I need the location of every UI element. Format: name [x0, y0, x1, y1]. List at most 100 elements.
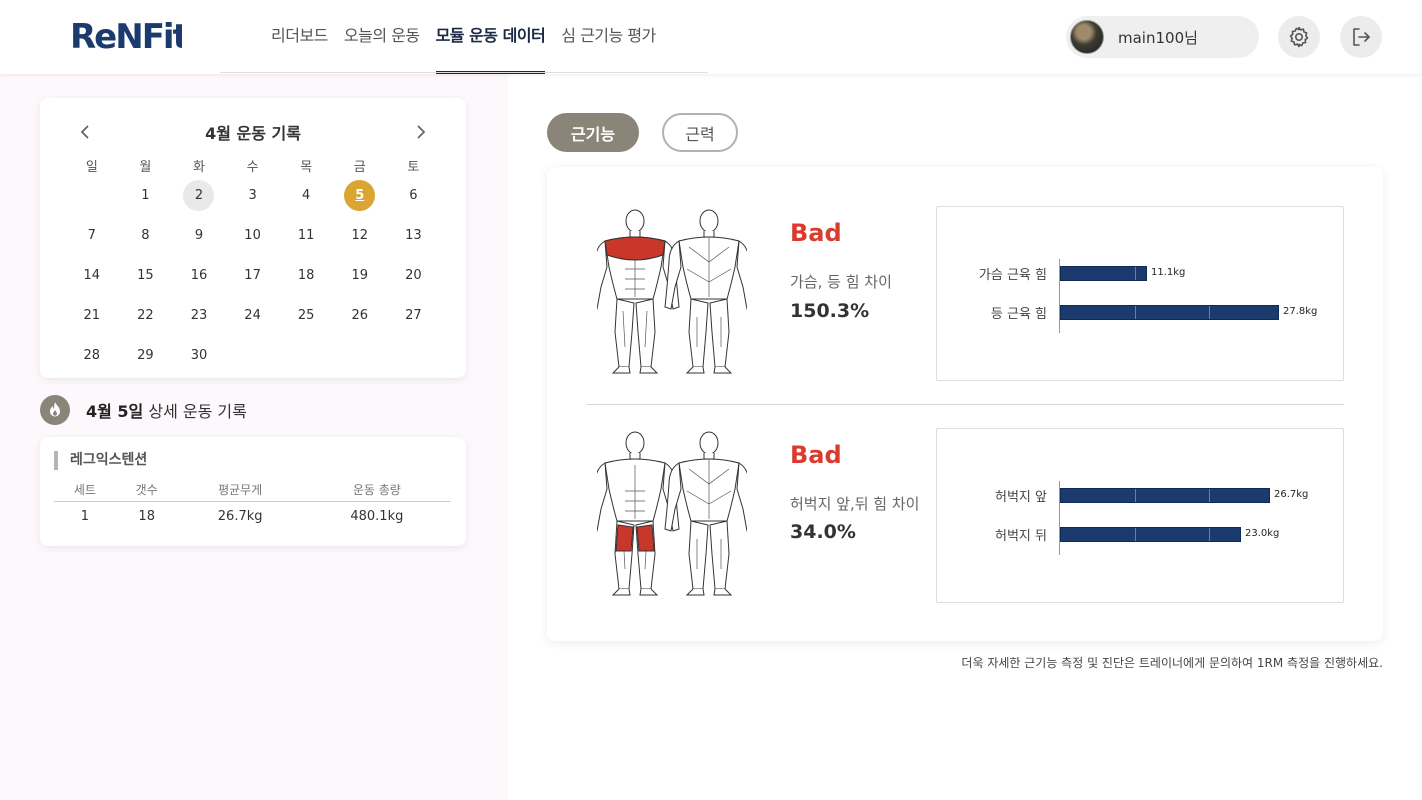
calendar-empty-cell [279, 335, 333, 375]
calendar-day[interactable]: 17 [226, 255, 280, 295]
exercise-record-card: 레그익스텐션 세트 갯수 평균무게 운동 총량 1 18 26.7kg 480.… [40, 437, 466, 546]
calendar-day[interactable]: 25 [279, 295, 333, 335]
avatar [1070, 20, 1104, 54]
user-name: main100님 [1118, 29, 1198, 47]
calendar-day[interactable]: 24 [226, 295, 280, 335]
calendar-day[interactable]: 26 [333, 295, 387, 335]
chevron-right-icon[interactable] [410, 122, 430, 142]
detail-title: 4월 5일 상세 운동 기록 [86, 398, 247, 422]
calendar-day[interactable]: 2 [172, 175, 226, 215]
calendar-day[interactable]: 15 [119, 255, 173, 295]
gear-icon [1289, 26, 1309, 48]
calendar-day-number: 9 [194, 227, 204, 243]
calendar-day[interactable]: 11 [279, 215, 333, 255]
weekday-header-row: 일 월 화 수 목 금 토 [65, 155, 465, 175]
calendar-day-number: 8 [141, 227, 150, 243]
renfit-logo[interactable]: ReNFit [70, 12, 182, 62]
bar-mark [1060, 305, 1279, 320]
status-label: Bad [790, 441, 842, 469]
calendar-day[interactable]: 27 [387, 295, 441, 335]
calendar-day-number: 3 [248, 187, 257, 203]
bar-mark [1060, 488, 1270, 503]
calendar-day[interactable]: 20 [387, 255, 441, 295]
calendar-day-number: 1 [141, 187, 150, 203]
calendar-day[interactable]: 4 [279, 175, 333, 215]
difference-value: 34.0% [790, 521, 856, 543]
difference-value: 150.3% [790, 300, 870, 322]
calendar-grid: 일 월 화 수 목 금 토 1 2 3 4 5 6 7 8 9 10 11 12 13 14 15 16 17 1… [65, 155, 465, 375]
tab-muscle-function[interactable]: 근기능 [547, 113, 639, 152]
difference-label: 허벅지 앞,뒤 힘 차이 [790, 495, 920, 513]
weekday-label: 일 [85, 159, 98, 175]
calendar-day[interactable]: 22 [119, 295, 173, 335]
detail-header: 4월 5일 상세 운동 기록 [40, 395, 247, 425]
nav-leaderboard[interactable]: 리더보드 [220, 0, 336, 74]
tab-muscle-strength[interactable]: 근력 [662, 113, 738, 152]
calendar-day[interactable]: 21 [65, 295, 119, 335]
nav-cardio-assessment[interactable]: 심 근기능 평가 [553, 0, 664, 74]
table-header-row: 세트 갯수 평균무게 운동 총량 [54, 479, 451, 502]
calendar-week-row: 7 8 9 10 11 12 13 [65, 215, 465, 255]
calendar-day[interactable]: 18 [279, 255, 333, 295]
bar-label: 허벅지 뒤 [995, 529, 1047, 544]
weekday-label: 화 [193, 159, 205, 175]
weekday-label: 월 [139, 159, 152, 175]
user-profile-pill[interactable]: main100님 [1066, 16, 1259, 58]
column-header: 운동 총량 [302, 479, 451, 502]
calendar-day-number: 17 [244, 267, 261, 283]
calendar-day[interactable]: 5 [333, 175, 387, 215]
calendar-day[interactable]: 3 [226, 175, 280, 215]
calendar-empty-cell [333, 335, 387, 375]
logout-icon [1353, 28, 1370, 46]
settings-button[interactable] [1278, 16, 1320, 58]
nav-today-workout[interactable]: 오늘의 운동 [336, 0, 428, 74]
calendar-day[interactable]: 23 [172, 295, 226, 335]
weekday-label: 수 [246, 159, 259, 175]
calendar-week-row: 28 29 30 [65, 335, 465, 375]
assessment-card: Bad 가슴, 등 힘 차이 150.3% 가슴 근육 힘 등 근육 힘 11.… [547, 167, 1383, 641]
bar-gridline [1209, 489, 1210, 502]
calendar-day-number: 29 [137, 347, 154, 363]
calendar-empty-cell [65, 175, 119, 215]
status-label: Bad [790, 219, 842, 247]
strength-bar-chart: 가슴 근육 힘 등 근육 힘 11.1kg 27.8kg [936, 206, 1344, 381]
calendar-day-number: 20 [405, 267, 422, 283]
calendar-day-number: 25 [297, 307, 315, 323]
calendar-day[interactable]: 13 [387, 215, 441, 255]
logout-button[interactable] [1340, 16, 1382, 58]
calendar-day[interactable]: 14 [65, 255, 119, 295]
calendar-day-number [398, 340, 429, 371]
calendar-day[interactable]: 16 [172, 255, 226, 295]
calendar-day-number [344, 340, 375, 371]
calendar-day[interactable]: 29 [119, 335, 173, 375]
svg-text:ReNFit: ReNFit [70, 17, 182, 57]
calendar-day[interactable]: 9 [172, 215, 226, 255]
bar-label: 등 근육 힘 [990, 307, 1047, 322]
calendar-day[interactable]: 19 [333, 255, 387, 295]
calendar-card: 4월 운동 기록 일 월 화 수 목 금 토 1 2 3 4 5 6 7 8 9 10 11 12 13… [40, 98, 466, 378]
bar-value-label: 27.8kg [1283, 306, 1318, 317]
bar-label: 허벅지 앞 [995, 490, 1047, 505]
bar-value-label: 11.1kg [1151, 267, 1186, 278]
nav-divider [220, 72, 708, 73]
calendar-day[interactable]: 1 [119, 175, 173, 215]
calendar-day[interactable]: 6 [387, 175, 441, 215]
calendar-day[interactable]: 30 [172, 335, 226, 375]
body-figure-thighs-icon [597, 431, 747, 596]
column-header: 평균무게 [177, 479, 303, 502]
calendar-day-number [291, 340, 322, 371]
top-header: ReNFit 리더보드 오늘의 운동 모듈 운동 데이터 심 근기능 평가 ma… [0, 0, 1422, 74]
calendar-title: 4월 운동 기록 [205, 124, 301, 143]
calendar-day-number: 24 [244, 307, 261, 323]
calendar-day[interactable]: 12 [333, 215, 387, 255]
calendar-day[interactable]: 7 [65, 215, 119, 255]
calendar-day[interactable]: 10 [226, 215, 280, 255]
calendar-day[interactable]: 8 [119, 215, 173, 255]
bar-gridline [1209, 306, 1210, 319]
bar-mark [1060, 266, 1147, 281]
table-cell: 26.7kg [217, 508, 263, 524]
nav-module-data[interactable]: 모듈 운동 데이터 [428, 0, 554, 74]
calendar-day[interactable]: 28 [65, 335, 119, 375]
calendar-week-row: 1 2 3 4 5 6 [65, 175, 465, 215]
bar-gridline [1135, 489, 1136, 502]
